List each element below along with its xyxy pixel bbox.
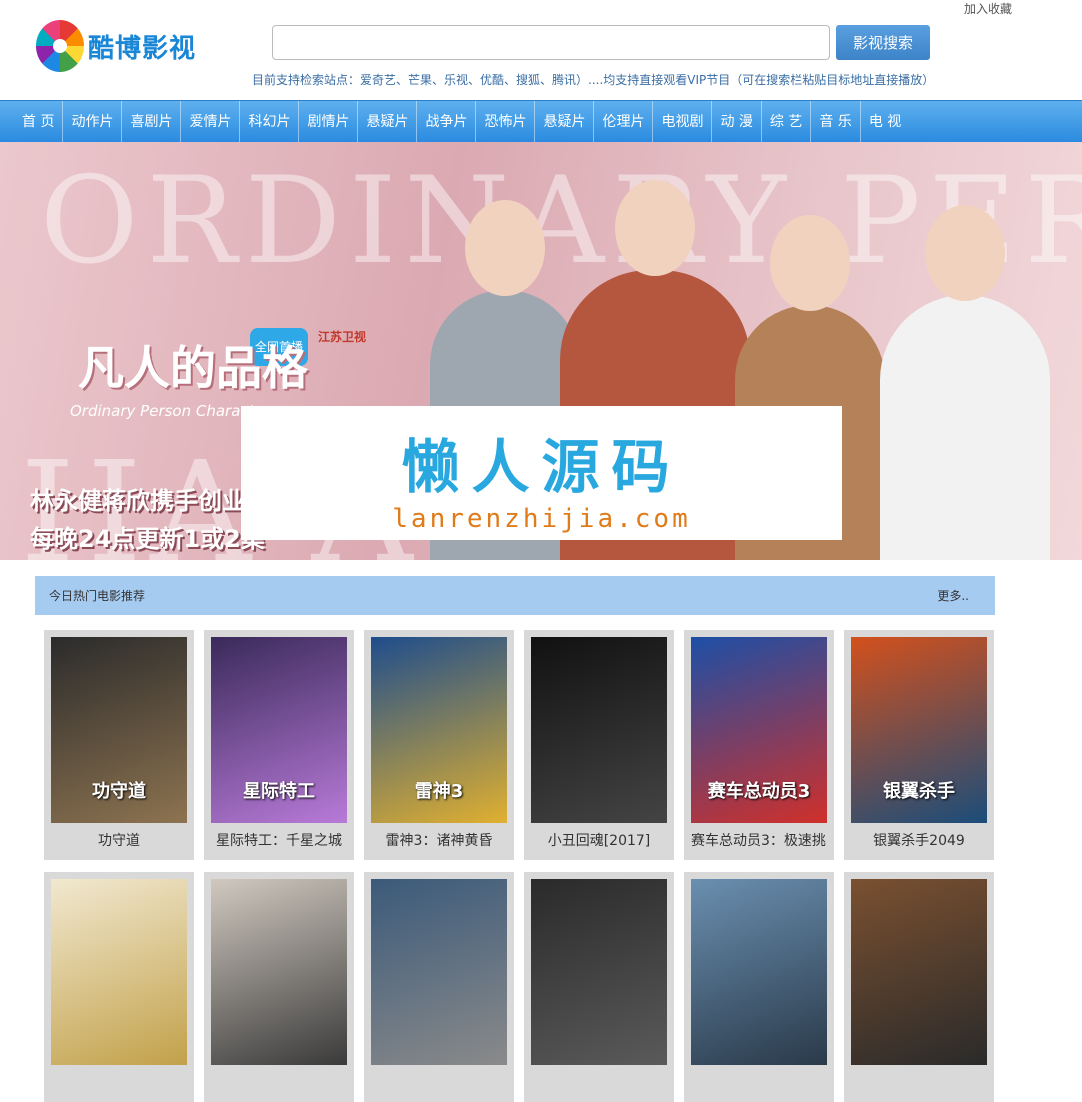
search-button[interactable]: 影视搜索 — [836, 25, 930, 60]
watermark-title: 懒人源码 — [401, 433, 682, 501]
watermark-url: lanrenzhijia.com — [392, 504, 691, 534]
movie-card[interactable]: 星际特工星际特工：千星之城 — [204, 630, 354, 860]
nav-item[interactable]: 伦理片 — [594, 100, 654, 143]
nav-item[interactable]: 恐怖片 — [476, 100, 536, 143]
nav-item[interactable]: 喜剧片 — [122, 100, 182, 143]
movie-card[interactable]: 雷神3 雷神3：诸神黄昏 — [364, 630, 514, 860]
nav-item[interactable]: 电 视 — [861, 101, 909, 143]
section-header: 今日热门电影推荐 更多.. — [35, 576, 995, 615]
poster-title-text: 赛车总动员3 — [707, 781, 811, 802]
site-header: 加入收藏 酷博影视 影视搜索 目前支持检索站点：爱奇艺、芒果、乐视、优酷、搜狐、… — [0, 0, 1082, 100]
movie-card[interactable] — [844, 872, 994, 1102]
poster-title-text: 银翼杀手 — [883, 781, 955, 802]
nav-item[interactable]: 科幻片 — [240, 100, 300, 143]
nav-item[interactable]: 首 页 — [14, 100, 64, 143]
poster-title-text: 星际特工 — [243, 781, 315, 802]
hero-banner[interactable]: ORDINARY PERSON HA A 全网首播 江苏卫视 凡人的品格 Ord… — [0, 142, 1082, 560]
logo-text: 酷博影视 — [88, 33, 197, 64]
main-nav: 首 页动作片 喜剧片 爱情片 科幻片 剧情片 悬疑片 战争片 恐怖片 悬疑片 伦理片 电视剧动 漫综… — [0, 100, 1082, 143]
movie-poster[interactable] — [851, 879, 987, 1065]
movie-poster[interactable] — [691, 879, 827, 1065]
movie-title[interactable]: 赛车总动员3：极速挑战 — [691, 830, 827, 850]
more-link[interactable]: 更多.. — [937, 587, 969, 604]
movie-card[interactable] — [44, 872, 194, 1102]
movie-card[interactable]: 小丑回魂[2017] — [524, 630, 674, 860]
actor-figure — [880, 205, 1050, 560]
nav-item[interactable]: 战争片 — [417, 100, 477, 143]
movie-title[interactable]: 雷神3：诸神黄昏 — [371, 830, 507, 850]
watermark-box: 懒人源码 lanrenzhijia.com — [241, 406, 842, 540]
show-title: 凡人的品格 — [78, 341, 308, 395]
add-favorite-link[interactable]: 加入收藏 — [964, 0, 1012, 17]
movie-title[interactable]: 功守道 — [51, 830, 187, 850]
movie-poster[interactable] — [371, 879, 507, 1065]
movie-poster[interactable]: 银翼杀手 — [851, 637, 987, 823]
show-subtitle: Ordinary Person Character — [70, 402, 270, 420]
movie-card[interactable]: 功守道 功守道 — [44, 630, 194, 860]
site-logo[interactable]: 酷博影视 — [36, 20, 196, 72]
section-title: 今日热门电影推荐 — [49, 589, 146, 603]
nav-item[interactable]: 音 乐 — [811, 100, 861, 143]
movie-poster[interactable] — [531, 637, 667, 823]
nav-item[interactable]: 动作片 — [63, 100, 123, 143]
nav-item[interactable]: 综 艺 — [762, 100, 812, 143]
movie-poster[interactable]: 赛车总动员3 — [691, 637, 827, 823]
search-input[interactable] — [272, 25, 830, 60]
movie-title[interactable]: 小丑回魂[2017] — [531, 830, 667, 850]
nav-item[interactable]: 悬疑片 — [358, 100, 418, 143]
film-reel-logo-icon — [36, 20, 84, 72]
movie-grid: 功守道 功守道 星际特工 星际特工：千星之城 雷神3 雷神3：诸神黄昏 小丑回魂[2017]… — [44, 630, 996, 1102]
movie-card[interactable] — [364, 872, 514, 1102]
movie-poster[interactable]: 雷神3 — [371, 637, 507, 823]
movie-poster[interactable] — [51, 879, 187, 1065]
movie-poster[interactable] — [531, 879, 667, 1065]
movie-poster[interactable]: 星际特工 — [211, 637, 347, 823]
movie-title[interactable]: 银翼杀手2049 — [851, 830, 987, 850]
nav-item[interactable]: 动 漫 — [712, 100, 762, 143]
movie-poster[interactable]: 功守道 — [51, 637, 187, 823]
nav-item[interactable]: 爱情片 — [181, 100, 241, 143]
movie-card[interactable] — [684, 872, 834, 1102]
movie-card[interactable] — [204, 872, 354, 1102]
nav-item[interactable]: 剧情片 — [299, 100, 359, 143]
banner-bg-lettering: ORDINARY PERSON — [40, 152, 1082, 291]
supported-sites-notice: 目前支持检索站点：爱奇艺、芒果、乐视、优酷、搜狐、腾讯）....均支持直接观看V… — [252, 73, 935, 87]
movie-title[interactable]: 星际特工：千星之城 — [211, 830, 347, 850]
movie-card[interactable]: 赛车总动员3 赛车总动员3：极速挑战 — [684, 630, 834, 860]
nav-item[interactable]: 悬疑片 — [535, 100, 595, 143]
movie-poster[interactable] — [211, 879, 347, 1065]
poster-title-text: 雷神3 — [414, 781, 464, 802]
poster-title-text: 功守道 — [92, 781, 146, 802]
tv-station-logo: 江苏卫视 — [318, 330, 367, 344]
nav-item[interactable]: 电视剧 — [653, 100, 713, 143]
search-bar: 影视搜索 — [272, 25, 930, 60]
movie-card[interactable] — [524, 872, 674, 1102]
movie-card[interactable]: 银翼杀手银翼杀手2049 — [844, 630, 994, 860]
